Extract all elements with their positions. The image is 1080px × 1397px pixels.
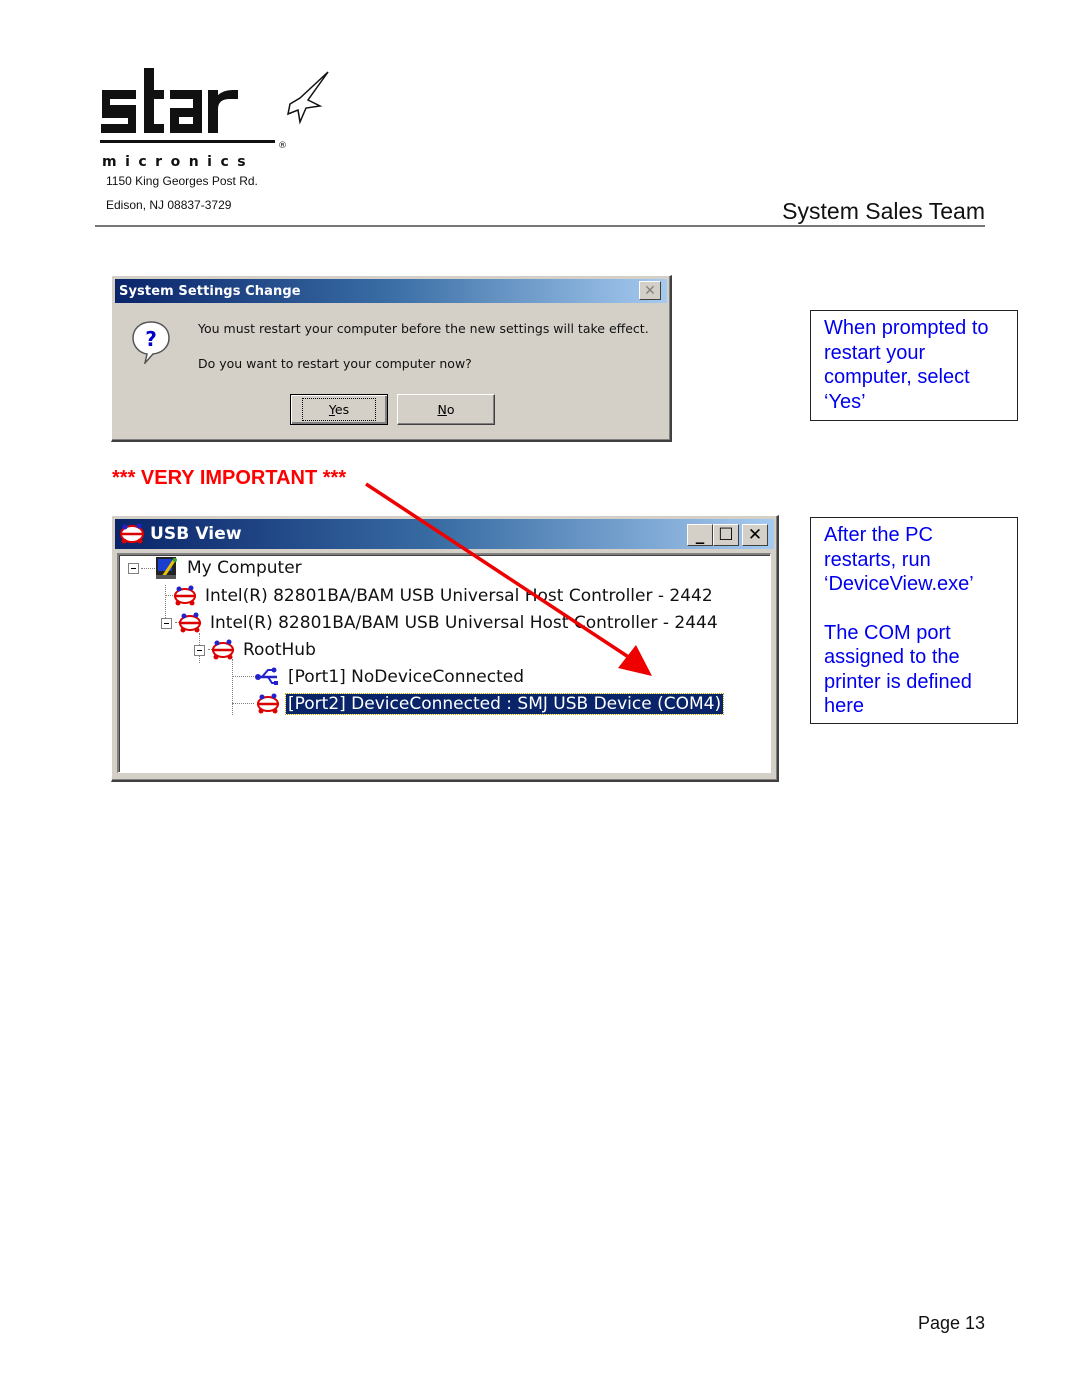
usb-view-app-icon xyxy=(120,523,144,544)
tree-node-label: [Port1] NoDeviceConnected xyxy=(288,667,524,687)
deviceview-instruction-text: After the PC restarts, run ‘DeviceView.e… xyxy=(824,524,974,595)
tree-line xyxy=(232,703,254,704)
svg-text:?: ? xyxy=(145,327,157,351)
window-controls: _ ☐ ✕ xyxy=(687,524,768,546)
collapse-toggle[interactable] xyxy=(128,562,139,574)
close-icon: ✕ xyxy=(747,524,763,545)
collapse-toggle[interactable] xyxy=(161,617,172,629)
deviceview-instruction-callout: After the PC restarts, run ‘DeviceView.e… xyxy=(810,517,1018,724)
star-micronics-logo: micronics ® xyxy=(100,68,329,170)
tree-node-label: RootHub xyxy=(243,640,316,660)
tree-line xyxy=(232,676,254,677)
yes-button[interactable]: Yes xyxy=(290,394,388,425)
tree-node-my-computer[interactable]: My Computer xyxy=(128,555,304,581)
no-mnemonic: N xyxy=(437,402,447,417)
com-port-note-text: The COM port assigned to the printer is … xyxy=(824,621,972,718)
tree-node-roothub[interactable]: RootHub xyxy=(194,637,318,663)
dialog-message-line-2: Do you want to restart your computer now… xyxy=(198,356,472,371)
dialog-title: System Settings Change xyxy=(119,283,301,299)
minimize-icon: _ xyxy=(695,524,705,545)
usb-view-window: USB View _ ☐ ✕ My Computer Intel(R) 8280… xyxy=(111,515,779,782)
usb-host-icon xyxy=(174,585,196,606)
tree-line xyxy=(232,659,233,715)
usb-hub-icon xyxy=(212,639,234,660)
usb-device-tree[interactable]: My Computer Intel(R) 82801BA/BAM USB Uni… xyxy=(117,553,771,773)
address-line-2: Edison, NJ 08837-3729 xyxy=(106,198,232,212)
tree-node-port1[interactable]: [Port1] NoDeviceConnected xyxy=(254,664,526,690)
tree-node-label: My Computer xyxy=(187,558,302,578)
usb-port-icon xyxy=(255,667,278,685)
minimize-button[interactable]: _ xyxy=(687,524,713,546)
close-button[interactable]: ✕ xyxy=(742,524,768,546)
yes-button-label: Yes xyxy=(301,398,377,421)
close-button[interactable]: ✕ xyxy=(639,281,661,300)
yes-label-rest: es xyxy=(334,402,350,417)
collapse-toggle[interactable] xyxy=(194,644,205,656)
tree-node-label-selected: [Port2] DeviceConnected : SMJ USB Device… xyxy=(284,693,725,715)
page-number: Page 13 xyxy=(917,1313,985,1333)
tree-node-label: Intel(R) 82801BA/BAM USB Universal Host … xyxy=(205,586,713,606)
usb-host-icon xyxy=(179,612,201,633)
usb-view-titlebar: USB View _ ☐ ✕ xyxy=(115,519,774,549)
question-icon: ? xyxy=(132,321,170,364)
tree-node-host-controller-2444[interactable]: Intel(R) 82801BA/BAM USB Universal Host … xyxy=(161,610,720,636)
computer-icon xyxy=(156,557,177,579)
close-icon: ✕ xyxy=(644,282,656,299)
usb-device-icon xyxy=(257,693,279,714)
usb-view-title: USB View xyxy=(150,524,242,544)
system-settings-change-dialog: System Settings Change ✕ ? You must rest… xyxy=(111,275,672,442)
no-label-rest: o xyxy=(446,402,455,417)
maximize-button[interactable]: ☐ xyxy=(713,524,739,546)
dialog-titlebar: System Settings Change ✕ xyxy=(115,279,667,303)
tree-node-label: Intel(R) 82801BA/BAM USB Universal Host … xyxy=(210,613,718,633)
svg-text:®: ® xyxy=(278,141,287,151)
restart-instruction-callout: When prompted to restart your computer, … xyxy=(810,310,1018,421)
no-button[interactable]: No xyxy=(397,394,495,425)
no-button-label: No xyxy=(437,402,454,417)
svg-text:micronics: micronics xyxy=(102,154,254,170)
team-title: System Sales Team xyxy=(782,198,985,224)
restart-instruction-text: When prompted to restart your computer, … xyxy=(824,317,989,413)
maximize-icon: ☐ xyxy=(718,524,734,545)
dialog-message-line-1: You must restart your computer before th… xyxy=(198,321,649,336)
header-divider xyxy=(95,225,985,227)
tree-node-host-controller-2442[interactable]: Intel(R) 82801BA/BAM USB Universal Host … xyxy=(171,583,715,609)
very-important-label: *** VERY IMPORTANT *** xyxy=(112,467,347,489)
address-line-1: 1150 King Georges Post Rd. xyxy=(106,174,258,188)
tree-node-port2-com4[interactable]: [Port2] DeviceConnected : SMJ USB Device… xyxy=(254,691,725,717)
